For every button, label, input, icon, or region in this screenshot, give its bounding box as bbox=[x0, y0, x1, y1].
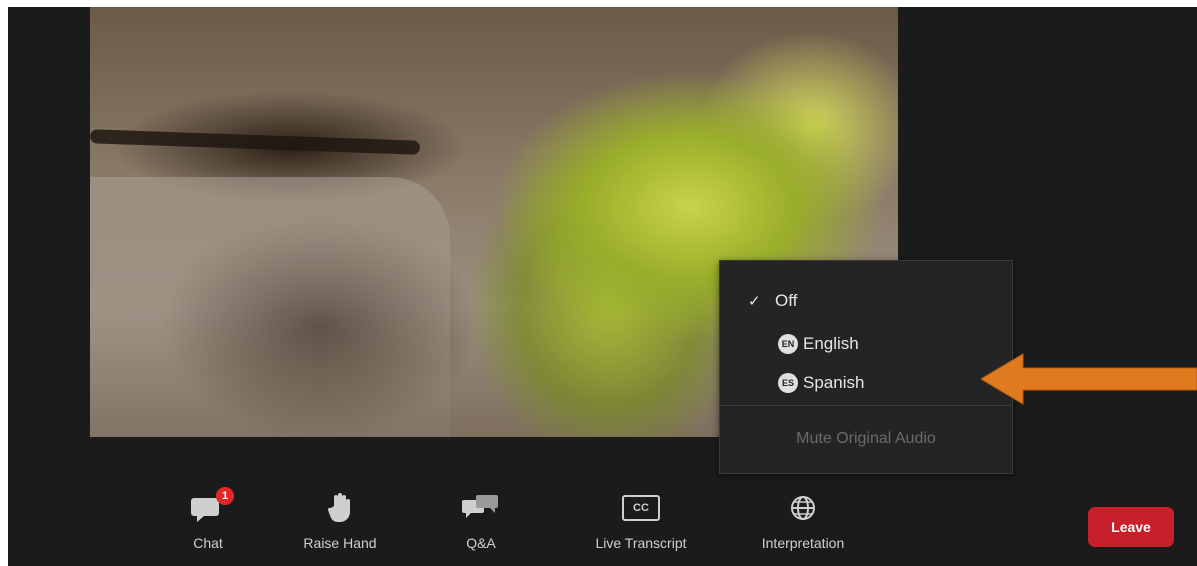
leave-button[interactable]: Leave bbox=[1088, 507, 1174, 547]
raise-hand-button[interactable]: Raise Hand bbox=[290, 485, 390, 566]
chat-button[interactable]: 1 Chat bbox=[178, 485, 238, 566]
menu-item-spanish[interactable]: ES Spanish bbox=[720, 365, 1012, 401]
menu-item-off[interactable]: ✓ Off bbox=[720, 283, 1012, 319]
raise-hand-label: Raise Hand bbox=[303, 535, 377, 551]
interpretation-label: Interpretation bbox=[761, 535, 845, 551]
video-crack bbox=[89, 129, 421, 155]
menu-divider bbox=[720, 405, 1012, 406]
globe-icon bbox=[789, 485, 817, 531]
hand-icon bbox=[326, 485, 354, 531]
menu-item-label: Spanish bbox=[803, 373, 865, 392]
mute-original-audio-item[interactable]: Mute Original Audio bbox=[720, 421, 1012, 457]
arrow-icon bbox=[981, 353, 1197, 405]
interpretation-menu: ✓ Off EN English ES Spanish Mute Origina… bbox=[719, 260, 1013, 474]
live-transcript-label: Live Transcript bbox=[595, 535, 687, 551]
language-badge-icon: EN bbox=[778, 334, 798, 354]
qa-icon bbox=[462, 485, 500, 531]
checkmark-icon: ✓ bbox=[748, 293, 761, 310]
qa-label: Q&A bbox=[466, 535, 496, 551]
live-transcript-button[interactable]: CC Live Transcript bbox=[566, 485, 716, 566]
language-badge-icon: ES bbox=[778, 373, 798, 393]
chat-icon: 1 bbox=[190, 485, 234, 531]
menu-item-english[interactable]: EN English bbox=[720, 326, 1012, 362]
cc-icon-box: CC bbox=[622, 495, 660, 521]
menu-item-label: English bbox=[803, 334, 859, 353]
meeting-window: ✓ Off EN English ES Spanish Mute Origina… bbox=[8, 7, 1197, 566]
qa-button[interactable]: Q&A bbox=[456, 485, 506, 566]
cc-icon: CC bbox=[622, 485, 660, 531]
unread-badge: 1 bbox=[216, 487, 234, 505]
menu-item-label: Off bbox=[775, 291, 798, 310]
video-ground bbox=[90, 177, 450, 437]
chat-label: Chat bbox=[193, 535, 223, 551]
interpretation-button[interactable]: Interpretation bbox=[728, 485, 878, 566]
meeting-toolbar: 1 Chat Raise Hand Q&A CC Live Transcript… bbox=[8, 485, 1197, 566]
